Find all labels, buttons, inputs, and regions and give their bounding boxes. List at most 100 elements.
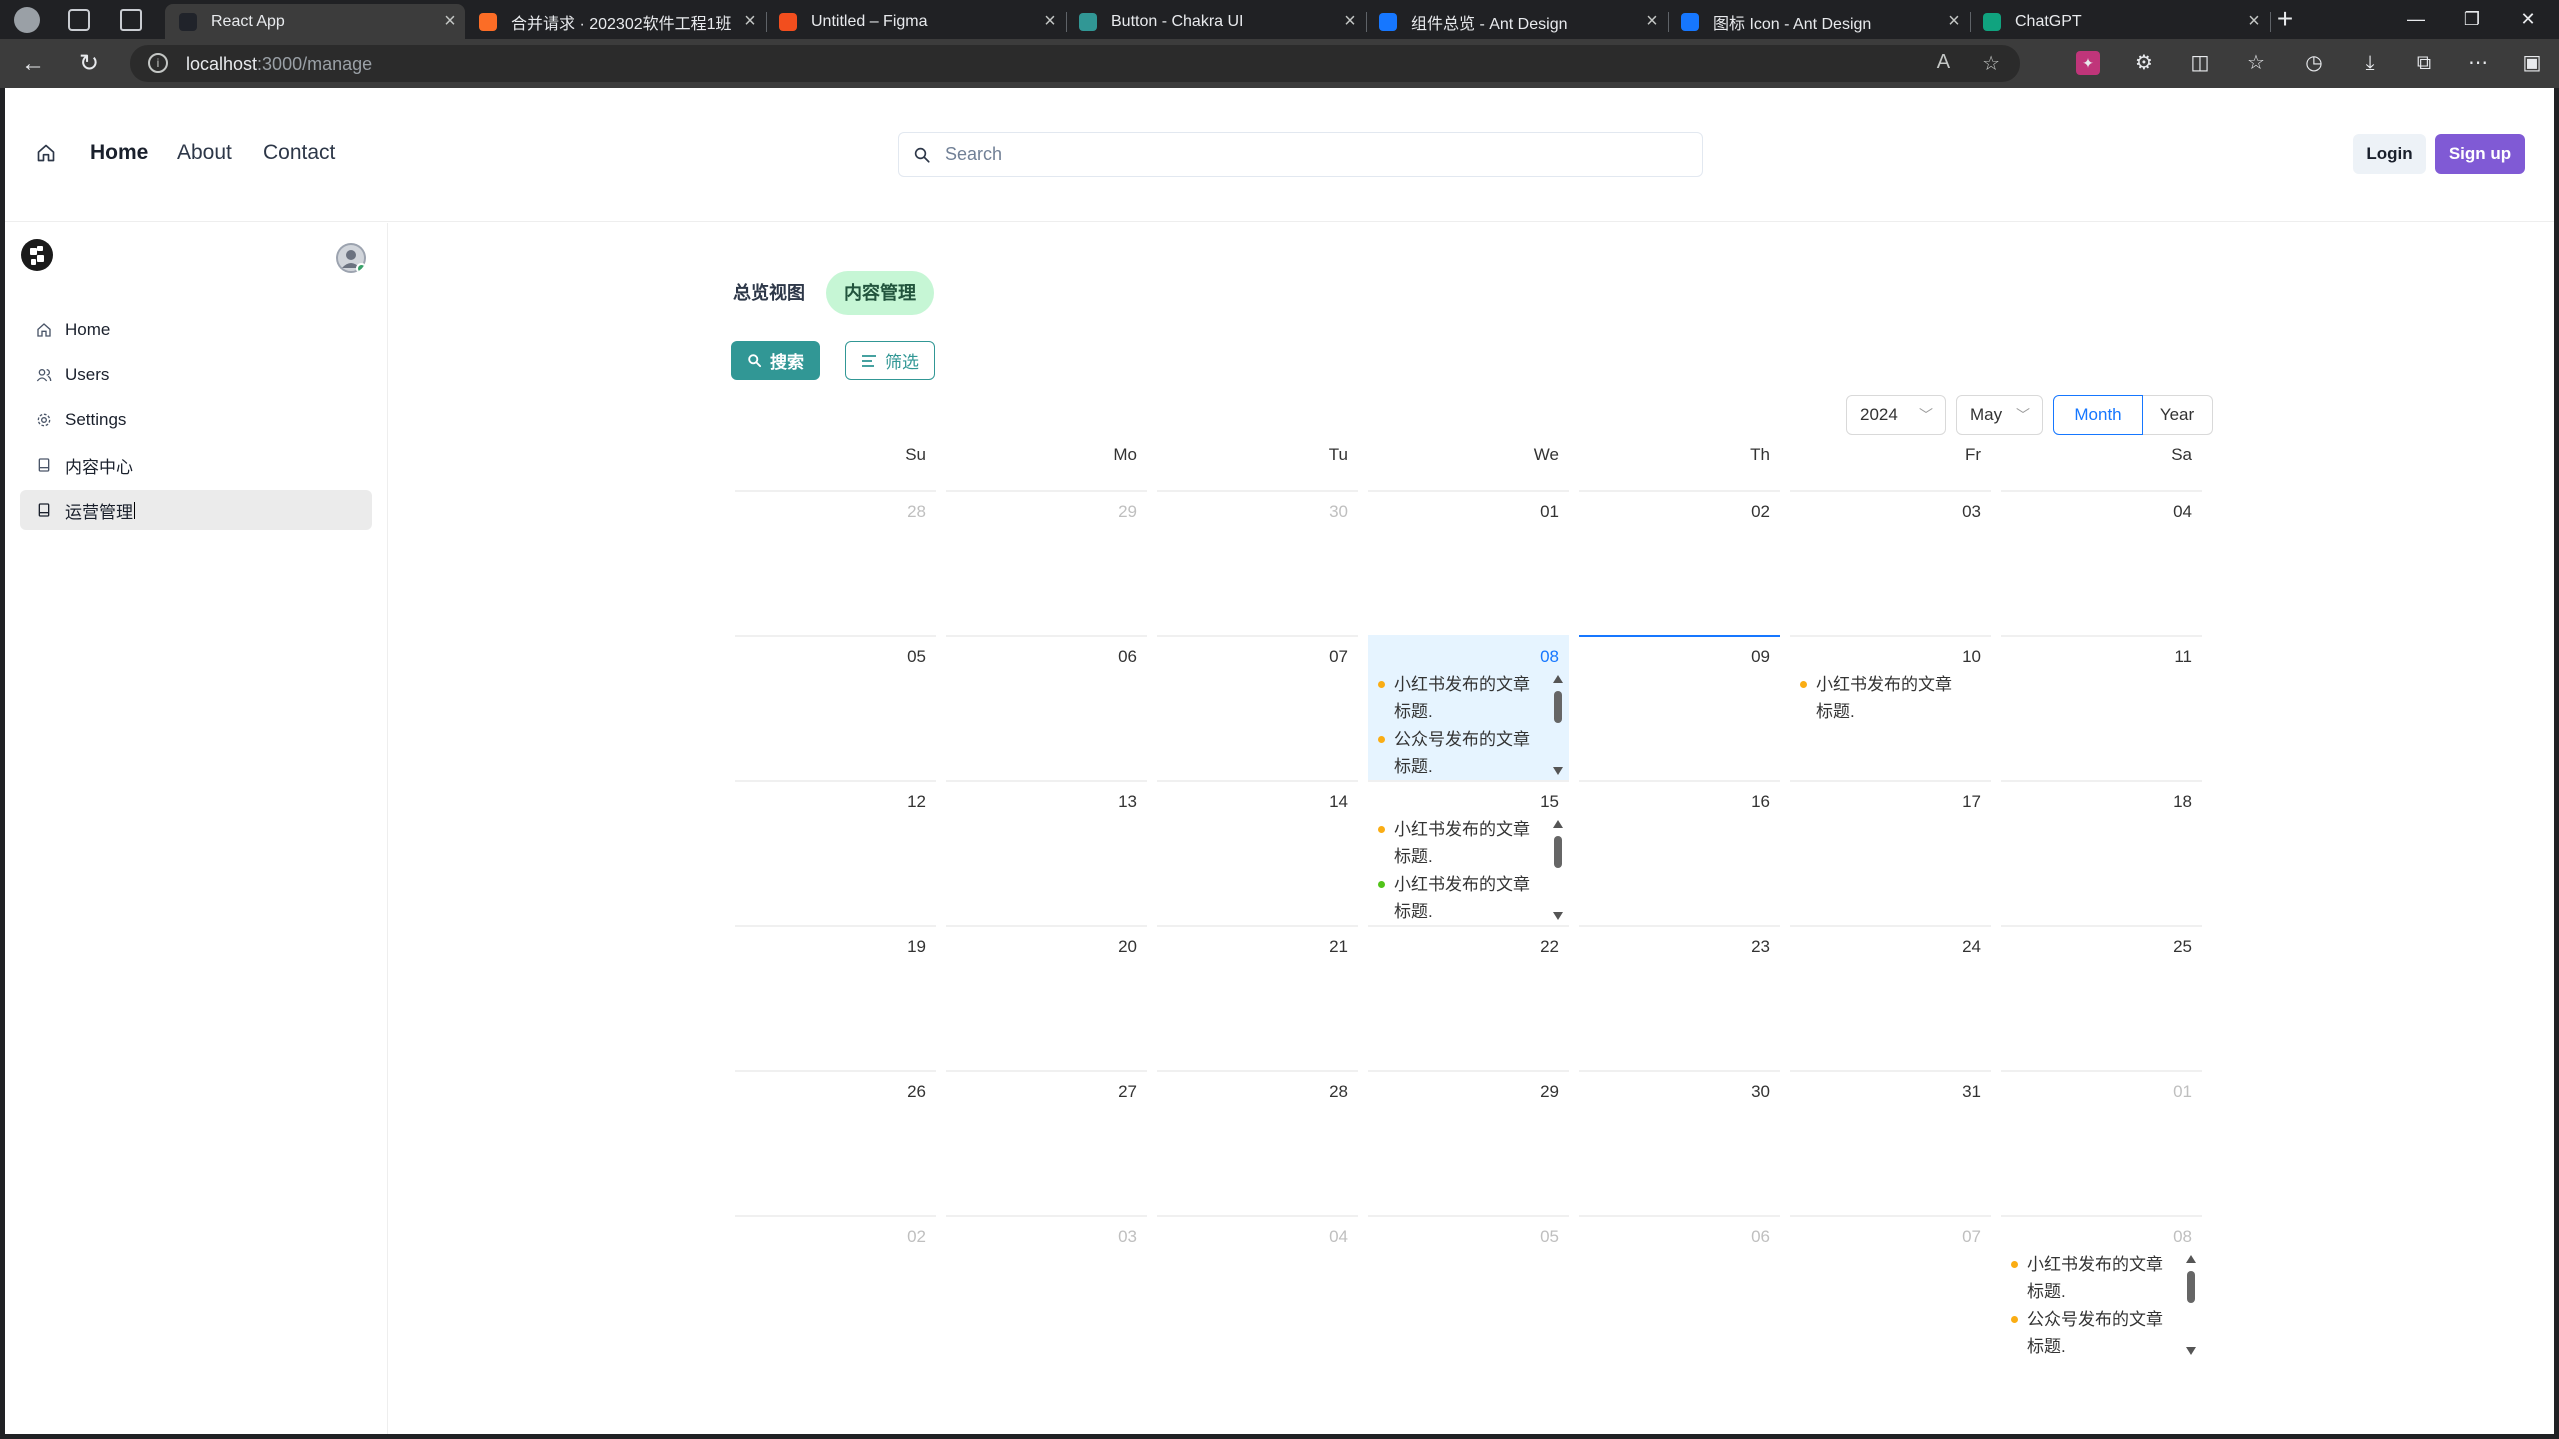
calendar-cell[interactable]: 17 [1790,780,1991,925]
favorite-star-icon[interactable]: ☆ [1982,51,2000,76]
event-item[interactable]: 小红书发布的文章标题. [1376,871,1541,922]
sidebar-item-home[interactable]: Home [20,310,372,350]
url-field[interactable]: i localhost:3000/manage A ☆ [130,45,2020,82]
calendar-cell[interactable]: 06 [1579,1215,1780,1360]
calendar-cell[interactable]: 16 [1579,780,1780,925]
month-mode-button[interactable]: Month [2053,395,2143,435]
event-item[interactable]: 公众号发布的文章标题. [2009,1306,2174,1357]
close-tab-icon[interactable]: × [735,10,765,33]
calendar-cell[interactable]: 01 [2001,1070,2202,1215]
scroll-up-icon[interactable] [1553,820,1563,828]
calendar-cell[interactable]: 07 [1790,1215,1991,1360]
browser-tab[interactable]: ChatGPT × [1969,4,2271,39]
calendar-cell[interactable]: 23 [1579,925,1780,1070]
scroll-down-icon[interactable] [2186,1347,2196,1355]
calendar-cell[interactable]: 18 [2001,780,2202,925]
filter-button[interactable]: 筛选 [845,341,935,380]
year-select[interactable]: 2024 ﹀ [1846,395,1946,435]
site-info-icon[interactable]: i [148,53,168,73]
close-tab-icon[interactable]: × [2239,10,2269,33]
home-icon[interactable] [36,143,56,163]
calendar-cell[interactable]: 08 小红书发布的文章标题. 公众号发布的文章标题. [1368,635,1569,780]
scroll-up-icon[interactable] [2186,1255,2196,1263]
calendar-cell[interactable]: 25 [2001,925,2202,1070]
calendar-cell[interactable]: 06 [946,635,1147,780]
calendar-cell[interactable]: 08 小红书发布的文章标题. 公众号发布的文章标题. [2001,1215,2202,1360]
calendar-cell[interactable]: 31 [1790,1070,1991,1215]
close-tab-icon[interactable]: × [435,10,465,33]
avatar[interactable] [336,243,366,273]
calendar-cell[interactable]: 21 [1157,925,1358,1070]
calendar-cell[interactable]: 04 [1157,1215,1358,1360]
calendar-cell[interactable]: 27 [946,1070,1147,1215]
close-tab-icon[interactable]: × [1637,10,1667,33]
login-button[interactable]: Login [2353,134,2426,174]
url-text[interactable]: localhost:3000/manage [186,54,372,75]
browser-tab[interactable]: 组件总览 - Ant Design × [1365,4,1669,39]
close-tab-icon[interactable]: × [1035,10,1065,33]
close-tab-icon[interactable]: × [1335,10,1365,33]
calendar-cell[interactable]: 04 [2001,490,2202,635]
calendar-cell[interactable]: 10 小红书发布的文章标题. [1790,635,1991,780]
calendar-cell[interactable]: 13 [946,780,1147,925]
scroll-up-icon[interactable] [1553,675,1563,683]
calendar-cell[interactable]: 03 [1790,490,1991,635]
calendar-cell[interactable]: 26 [735,1070,936,1215]
new-tab-button[interactable]: + [2270,4,2300,34]
month-select[interactable]: May ﹀ [1956,395,2043,435]
history-icon[interactable]: ◷ [2302,51,2326,75]
browser-tab[interactable]: Untitled – Figma × [765,4,1067,39]
calendar-cell[interactable]: 24 [1790,925,1991,1070]
nav-link-about[interactable]: About [177,141,232,165]
calendar-cell[interactable]: 07 [1157,635,1358,780]
event-item[interactable]: 小红书发布的文章标题. [2009,1251,2174,1305]
calendar-cell[interactable]: 03 [946,1215,1147,1360]
tab-content-management[interactable]: 内容管理 [826,271,934,315]
event-scrollbar[interactable] [2184,1255,2198,1355]
sidebar-item-users[interactable]: Users [20,355,372,395]
collections-icon[interactable]: ⧉ [2412,51,2436,75]
extension-icon[interactable]: ✦ [2076,51,2100,75]
calendar-cell[interactable]: 19 [735,925,936,1070]
calendar-cell[interactable]: 29 [1368,1070,1569,1215]
nav-link-home[interactable]: Home [90,141,148,165]
search-button[interactable]: 搜索 [731,341,820,380]
back-icon[interactable]: ← [18,49,48,79]
signup-button[interactable]: Sign up [2435,134,2525,174]
profile-avatar[interactable] [14,6,40,33]
restore-button[interactable]: ❐ [2444,0,2500,39]
calendar-cell[interactable]: 29 [946,490,1147,635]
calendar-cell[interactable]: 30 [1579,1070,1780,1215]
year-mode-button[interactable]: Year [2142,395,2213,435]
more-menu-icon[interactable]: ⋯ [2466,51,2490,75]
calendar-cell[interactable]: 02 [1579,490,1780,635]
scrollbar-thumb[interactable] [1554,836,1562,868]
event-scrollbar[interactable] [1551,675,1565,775]
calendar-cell[interactable]: 28 [1157,1070,1358,1215]
sidebar-item-operations[interactable]: 运营管理 [20,490,372,530]
calendar-cell[interactable]: 05 [1368,1215,1569,1360]
favorites-icon[interactable]: ☆ [2244,51,2268,75]
calendar-cell[interactable]: 15 小红书发布的文章标题. 小红书发布的文章标题. [1368,780,1569,925]
scroll-down-icon[interactable] [1553,767,1563,775]
event-scrollbar[interactable] [1551,820,1565,920]
search-input[interactable] [945,133,1685,176]
split-screen-icon[interactable]: ◫ [2188,51,2212,75]
read-aloud-icon[interactable]: A [1937,51,1950,76]
close-tab-icon[interactable]: × [1939,10,1969,33]
minimize-button[interactable]: — [2388,0,2444,39]
sidebar-toggle-icon[interactable]: ▣ [2520,51,2544,75]
tab-actions-icon[interactable] [120,8,142,31]
tab-overview[interactable]: 总览视图 [733,271,813,315]
calendar-cell[interactable]: 12 [735,780,936,925]
calendar-cell[interactable]: 02 [735,1215,936,1360]
scrollbar-thumb[interactable] [2187,1271,2195,1303]
calendar-cell[interactable]: 22 [1368,925,1569,1070]
nav-link-contact[interactable]: Contact [263,141,335,165]
calendar-cell[interactable]: 09 [1579,635,1780,780]
calendar-cell[interactable]: 14 [1157,780,1358,925]
calendar-cell[interactable]: 11 [2001,635,2202,780]
scroll-down-icon[interactable] [1553,912,1563,920]
scrollbar-thumb[interactable] [1554,691,1562,723]
calendar-cell[interactable]: 28 [735,490,936,635]
